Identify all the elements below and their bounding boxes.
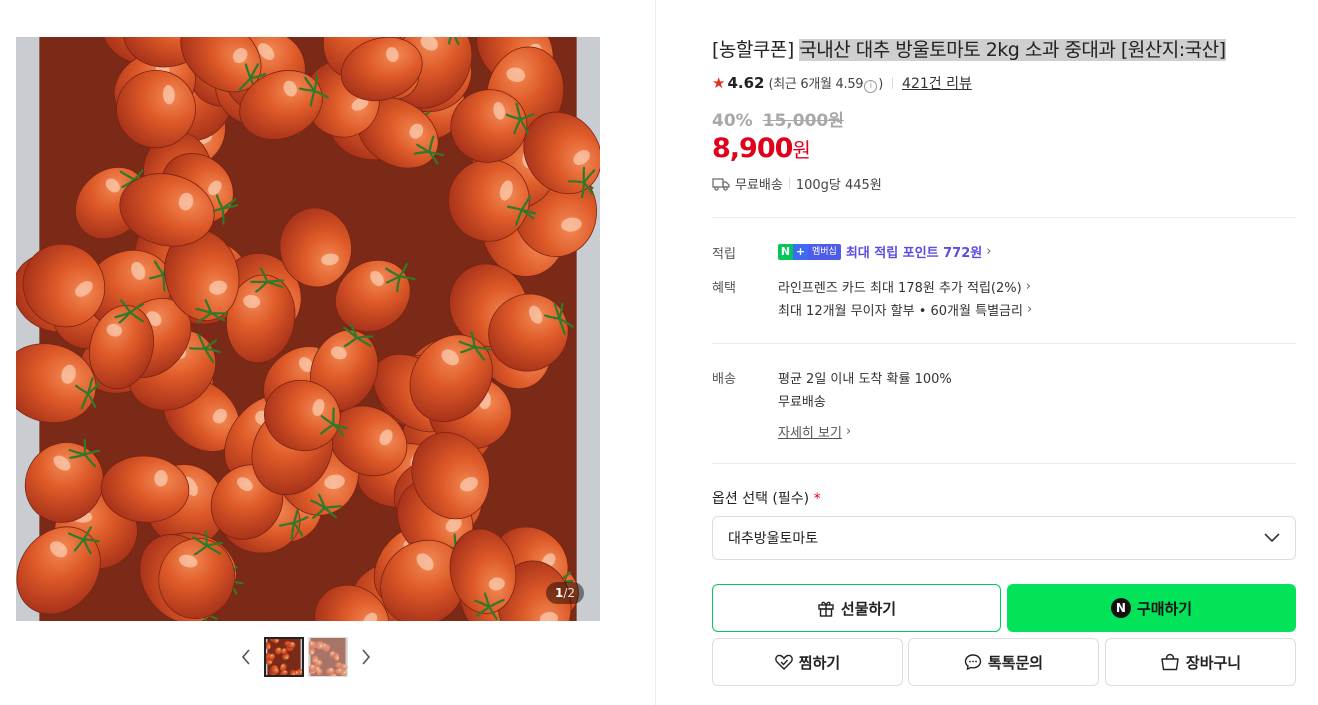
shipping-row: 무료배송 100g당 445원	[712, 174, 882, 193]
counter-total: /2	[563, 586, 575, 600]
thumb-next-button[interactable]	[352, 637, 380, 677]
installment-text: 최대 12개월 무이자 할부 • 60개월 특별금리	[778, 304, 1023, 319]
chevron-left-icon	[241, 649, 250, 665]
card-benefit[interactable]: 라인프렌즈 카드 최대 178원 추가 적립(2%) ›	[778, 277, 1031, 296]
review-count-link[interactable]: 421건 리뷰	[902, 73, 972, 93]
section-divider	[712, 343, 1296, 344]
sale-price-amount: 8,900	[712, 133, 793, 164]
naver-pay-icon: N	[1110, 598, 1131, 618]
gift-label: 선물하기	[840, 599, 897, 618]
thumbnail-1-image	[266, 639, 302, 675]
points-label: 적립	[712, 247, 736, 262]
cart-icon	[1161, 653, 1179, 671]
delivery-fee: 무료배송	[778, 395, 826, 410]
chevron-right-icon: ›	[986, 244, 992, 259]
truck-icon	[712, 177, 730, 191]
chevron-right-icon: ›	[1026, 302, 1033, 317]
chevron-right-icon: ›	[845, 424, 852, 439]
thumb-prev-button[interactable]	[232, 637, 260, 677]
buy-button[interactable]: N 구매하기	[1007, 584, 1296, 632]
discount-row: 40% 15,000원	[712, 106, 844, 131]
max-points-link[interactable]: 최대 적립 포인트 772원	[846, 242, 982, 261]
delivery-detail-text: 자세히 보기	[778, 426, 842, 441]
sale-price: 8,900원	[712, 133, 811, 164]
title-prefix: [농할쿠폰]	[712, 39, 794, 61]
wish-label: 찜하기	[798, 653, 841, 672]
badge-n: N	[778, 243, 793, 260]
gift-button[interactable]: 선물하기	[712, 584, 1001, 632]
gift-icon	[818, 601, 834, 617]
info-icon[interactable]: i	[864, 80, 878, 93]
image-page-counter: 1/2	[545, 582, 584, 604]
thumbnail-strip	[232, 636, 380, 678]
cart-button[interactable]: 장바구니	[1105, 638, 1296, 686]
product-title: [농할쿠폰] 국내산 대추 방울토마토 2kg 소과 중대과 [원산지:국산]	[712, 36, 1226, 64]
talk-inquiry-button[interactable]: 톡톡문의	[908, 638, 1099, 686]
cart-label: 장바구니	[1185, 653, 1242, 672]
card-benefit-text: 라인프렌즈 카드 최대 178원 추가 적립(2%)	[778, 281, 1022, 296]
sale-price-unit: 원	[792, 138, 811, 162]
option-select[interactable]: 대추방울토마토	[712, 516, 1296, 560]
required-mark: *	[813, 491, 821, 507]
buy-label: 구매하기	[1136, 599, 1193, 618]
talk-label: 톡톡문의	[987, 653, 1044, 672]
thumbnail-2-image	[309, 638, 347, 676]
divider	[892, 77, 894, 89]
original-price: 15,000원	[762, 111, 844, 131]
tomato-photo	[16, 37, 600, 621]
installment-benefit[interactable]: 최대 12개월 무이자 할부 • 60개월 특별금리 ›	[778, 300, 1032, 319]
recent-rating-close: )	[878, 77, 884, 92]
option-label-text: 옵션 선택 (필수)	[712, 491, 810, 507]
naver-plus-membership-badge: N + 멤버십	[778, 243, 841, 260]
shipping-fee: 무료배송	[735, 178, 783, 193]
divider	[788, 178, 790, 189]
rating-row: ★ 4.62 (최근 6개월 4.59 i) 421건 리뷰	[712, 73, 972, 93]
section-divider	[712, 217, 1296, 218]
heart-icon	[775, 654, 793, 670]
star-icon: ★	[712, 74, 726, 92]
wish-button[interactable]: 찜하기	[712, 638, 903, 686]
discount-rate: 40%	[712, 111, 753, 131]
badge-membership: 멤버십	[808, 243, 841, 260]
option-label: 옵션 선택 (필수) *	[712, 488, 821, 508]
option-selected-value: 대추방울토마토	[728, 531, 819, 547]
main-product-image[interactable]: 1/2	[16, 37, 600, 621]
badge-plus: +	[793, 243, 808, 260]
unit-price: 100g당 445원	[795, 178, 882, 193]
recent-rating-text: (최근 6개월 4.59	[768, 77, 864, 92]
chat-icon	[964, 654, 982, 671]
benefit-label: 혜택	[712, 281, 736, 296]
delivery-label: 배송	[712, 372, 736, 387]
thumbnail-2[interactable]	[308, 637, 348, 677]
rating-score: 4.62	[727, 74, 765, 92]
points-benefit[interactable]: N + 멤버십 최대 적립 포인트 772원 ›	[778, 242, 991, 261]
product-gallery: 1/2	[0, 0, 656, 705]
chevron-right-icon: ›	[1025, 279, 1031, 294]
chevron-down-icon	[1264, 533, 1280, 543]
chevron-right-icon	[362, 649, 371, 665]
delivery-info: 평균 2일 이내 도착 확률 100%	[778, 372, 952, 387]
recent-rating: (최근 6개월 4.59 i)	[768, 73, 883, 93]
title-main: 국내산 대추 방울토마토 2kg 소과 중대과 [원산지:국산]	[799, 39, 1226, 61]
delivery-detail-link[interactable]: 자세히 보기 ›	[778, 422, 851, 441]
thumbnail-1[interactable]	[264, 637, 304, 677]
section-divider	[712, 463, 1296, 464]
